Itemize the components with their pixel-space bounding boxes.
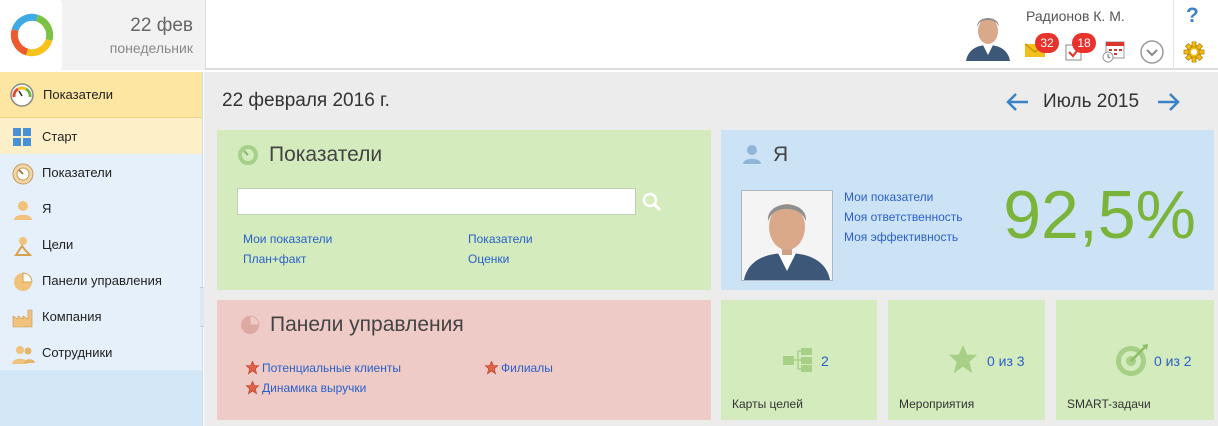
goals-icon [12, 235, 34, 256]
header-divider [1173, 0, 1174, 70]
grid-icon [12, 127, 34, 147]
indicators-card: Показатели Мои показатели Показатели Пла… [217, 130, 711, 290]
header-date: 22 фев [130, 15, 193, 36]
sidebar-item-label: Я [42, 201, 52, 216]
link-potential-clients[interactable]: Потенциальные клиенты [262, 361, 401, 375]
tasks-badge: 18 [1072, 33, 1096, 53]
events-value: 0 из 3 [987, 353, 1025, 369]
smart-tasks-tile[interactable]: 0 из 2 SMART-задачи [1056, 300, 1214, 420]
sidebar-item-label: Панели управления [42, 273, 162, 288]
smart-tasks-value: 0 из 2 [1154, 353, 1192, 369]
factory-icon [12, 307, 34, 328]
star-icon [245, 380, 260, 395]
me-title: Я [773, 143, 789, 166]
search-icon[interactable] [641, 191, 663, 213]
sidebar-item-label: Цели [42, 237, 74, 252]
people-icon [12, 343, 35, 364]
sidebar-item-label: Сотрудники [42, 345, 113, 360]
org-chart-icon [783, 348, 817, 372]
person-icon [741, 143, 763, 165]
me-card: Я Мои показатели Моя ответственность Моя… [721, 130, 1214, 290]
top-header: 22 фев понедельник Радионов К. М. 32 18 [0, 0, 1218, 71]
sidebar-item-company[interactable]: Компания [0, 298, 202, 334]
sidebar-item-dashboards[interactable]: Панели управления [0, 262, 202, 298]
sidebar-item-label: Показатели [42, 165, 112, 180]
chevron-down-icon[interactable] [1140, 40, 1164, 64]
calendar-icon[interactable] [1102, 41, 1126, 63]
link-branches[interactable]: Филиалы [501, 361, 553, 375]
goal-maps-value: 2 [821, 353, 829, 369]
link-indicators[interactable]: Показатели [468, 232, 533, 246]
user-photo [741, 190, 833, 281]
prev-period-arrow-icon[interactable] [1004, 91, 1030, 113]
sidebar-item-employees[interactable]: Сотрудники [0, 334, 202, 370]
sidebar-section-header[interactable]: Показатели [0, 72, 202, 118]
help-icon[interactable]: ? [1186, 4, 1199, 28]
star-icon [484, 360, 499, 375]
gauge-icon [10, 83, 34, 107]
indicators-title: Показатели [269, 143, 383, 166]
sidebar-item-label: Старт [42, 129, 78, 144]
link-revenue-dynamics[interactable]: Динамика выручки [262, 381, 366, 395]
page-date: 22 февраля 2016 г. [222, 90, 390, 111]
star-icon [245, 360, 260, 375]
efficiency-value: 92,5% [1003, 177, 1196, 253]
target-icon [1114, 342, 1150, 378]
speedometer-icon [12, 163, 34, 185]
link-ratings[interactable]: Оценки [468, 252, 509, 266]
gear-icon[interactable] [1183, 41, 1205, 63]
app-window: 22 фев понедельник Радионов К. М. 32 18 [0, 0, 1218, 426]
link-my-indicators[interactable]: Мои показатели [243, 232, 332, 246]
indicators-search-input[interactable] [237, 188, 636, 215]
link-my-indicators[interactable]: Мои показатели [844, 190, 933, 204]
sidebar: Показатели Старт Показатели Я Цели Панел… [0, 72, 203, 426]
sidebar-item-goals[interactable]: Цели [0, 226, 202, 262]
link-plan-fact[interactable]: План+факт [243, 252, 306, 266]
goal-maps-tile[interactable]: 2 Карты целей [721, 300, 877, 420]
sidebar-header-label: Показатели [43, 87, 113, 102]
person-icon [12, 199, 34, 220]
link-my-efficiency[interactable]: Моя эффективность [844, 230, 958, 244]
sidebar-item-me[interactable]: Я [0, 190, 202, 226]
current-date-box: 22 фев понедельник [62, 0, 206, 70]
link-my-responsibility[interactable]: Моя ответственность [844, 210, 963, 224]
events-tile[interactable]: 0 из 3 Мероприятия [888, 300, 1045, 420]
header-weekday: понедельник [109, 40, 193, 56]
events-label: Мероприятия [899, 397, 975, 411]
messages-badge: 32 [1035, 33, 1059, 53]
star-icon [946, 342, 980, 376]
speedometer-icon [237, 144, 259, 166]
smart-tasks-label: SMART-задачи [1067, 397, 1151, 411]
period-label: Июль 2015 [1043, 91, 1140, 112]
sidebar-item-label: Компания [42, 309, 102, 324]
sidebar-item-indicators[interactable]: Показатели [0, 154, 202, 190]
main-content: 22 февраля 2016 г. Июль 2015 Показатели … [204, 72, 1218, 426]
user-name[interactable]: Радионов К. М. [1026, 8, 1125, 24]
next-period-arrow-icon[interactable] [1156, 91, 1182, 113]
dashboards-title: Панели управления [270, 313, 464, 336]
sidebar-item-start[interactable]: Старт [0, 118, 202, 154]
user-avatar[interactable] [966, 9, 1010, 61]
pie-chart-icon [12, 271, 34, 291]
goal-maps-label: Карты целей [732, 397, 803, 411]
dashboards-card: Панели управления Потенциальные клиенты … [217, 300, 711, 420]
pie-chart-icon [239, 314, 261, 336]
